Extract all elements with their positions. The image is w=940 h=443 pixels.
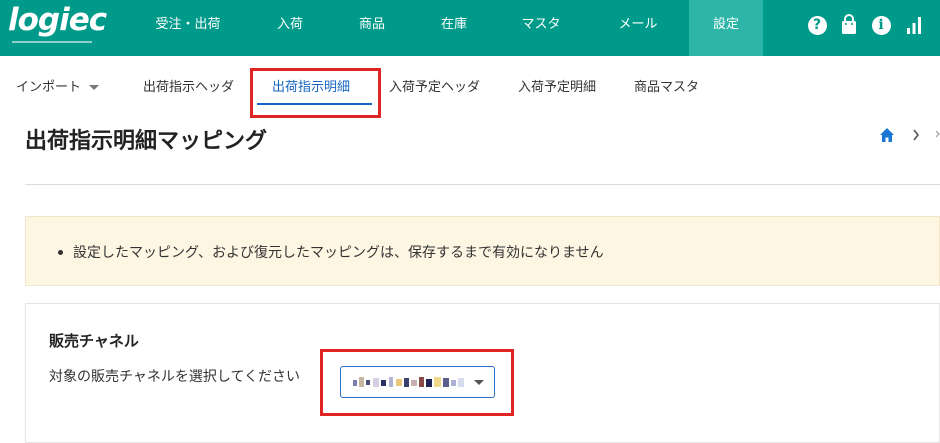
top-navbar: logiec 受注・出荷 入荷 商品 在庫 マスタ メール 設定 ? i [0, 0, 940, 56]
bag-icon[interactable] [838, 14, 860, 36]
nav-receiving[interactable]: 入荷 [252, 0, 328, 56]
sales-channel-heading: 販売チャネル [49, 332, 139, 350]
nav-settings[interactable]: 設定 [689, 0, 763, 56]
logiec-logo[interactable]: logiec [8, 2, 118, 50]
page-title: 出荷指示明細マッピング [25, 129, 268, 154]
nav-master[interactable]: マスタ [503, 0, 579, 56]
nav-inventory[interactable]: 在庫 [416, 0, 492, 56]
highlight-box-channel-select [320, 349, 514, 416]
tab-import-label: インポート [16, 80, 82, 95]
logo-tagline-mark [12, 41, 92, 43]
chevron-down-icon [89, 85, 100, 90]
chevron-right-icon [935, 130, 940, 138]
home-icon[interactable] [880, 128, 894, 142]
tab-receiving-detail[interactable]: 入荷予定明細 [518, 76, 596, 95]
tab-receiving-header[interactable]: 入荷予定ヘッダ [389, 76, 480, 95]
tab-shipping-header[interactable]: 出荷指示ヘッダ [143, 76, 234, 95]
tab-product-master[interactable]: 商品マスタ [634, 76, 699, 95]
chevron-right-icon [913, 129, 920, 141]
logo-text: logiec [8, 2, 107, 38]
header-divider [25, 184, 940, 185]
signal-icon[interactable] [903, 14, 925, 36]
breadcrumb [878, 125, 940, 145]
notice-text: 設定したマッピング、および復元したマッピングは、保存するまで有効になりません [73, 245, 604, 261]
nav-products[interactable]: 商品 [334, 0, 410, 56]
help-icon[interactable]: ? [806, 14, 828, 36]
sales-channel-description: 対象の販売チャネルを選択してください [49, 369, 301, 385]
bullet-icon [58, 250, 63, 255]
info-icon[interactable]: i [870, 14, 892, 36]
nav-orders-shipping[interactable]: 受注・出荷 [140, 0, 236, 56]
highlight-box-active-tab [250, 68, 381, 118]
nav-mail[interactable]: メール [598, 0, 678, 56]
tab-import-dropdown[interactable]: インポート [16, 76, 100, 95]
